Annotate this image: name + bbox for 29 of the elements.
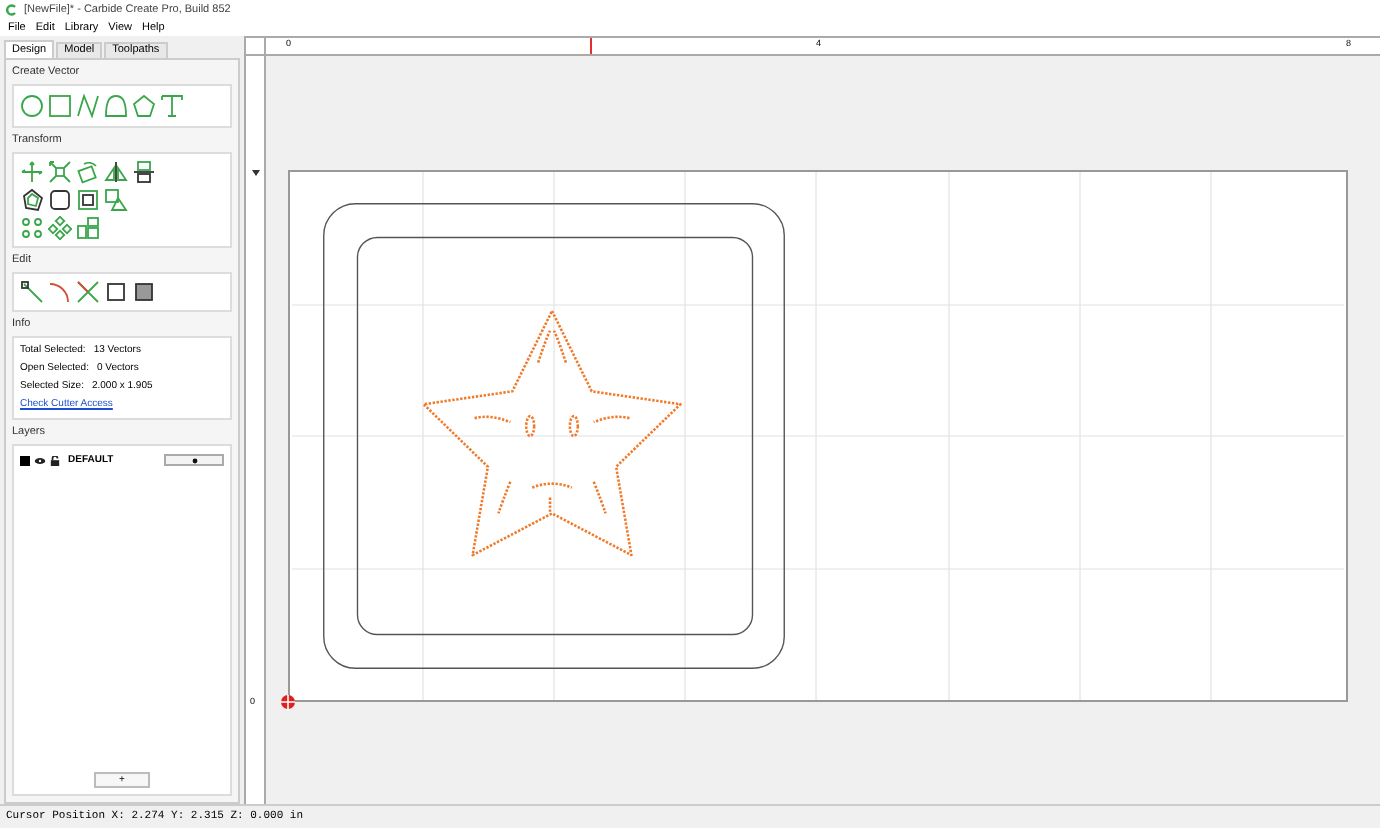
curve-edit-icon[interactable] [48,280,72,304]
design-canvas[interactable] [288,170,1348,702]
outer-rounded-square[interactable] [323,203,785,669]
polyline-icon[interactable] [76,94,100,118]
origin-marker-icon [280,694,296,710]
align-icon[interactable] [132,160,156,184]
circle-icon[interactable] [20,94,44,118]
trim-icon[interactable] [76,280,100,304]
dot-icon [191,457,197,463]
bounding-box-icon[interactable] [104,280,128,304]
mirror-icon[interactable] [104,160,128,184]
inner-rounded-square[interactable] [356,236,754,636]
layer-color-swatch[interactable] [20,455,30,465]
rectangle-icon[interactable] [48,94,72,118]
eye-icon[interactable] [34,455,46,465]
node-edit-icon[interactable] [20,280,44,304]
join-icon[interactable] [76,188,100,212]
lock-icon[interactable] [50,455,60,465]
app-logo-icon [6,4,18,16]
curve-icon[interactable] [104,94,128,118]
polygon-icon[interactable] [132,94,156,118]
text-icon[interactable] [160,94,184,118]
fill-box-icon[interactable] [132,280,156,304]
layer-options-button[interactable] [164,454,224,466]
rounded-square-icon[interactable] [48,188,72,212]
offset-icon[interactable] [20,188,44,212]
star-drawing[interactable] [422,309,682,557]
ruler-arrow-icon [252,170,260,176]
cursor-marker [590,38,592,54]
